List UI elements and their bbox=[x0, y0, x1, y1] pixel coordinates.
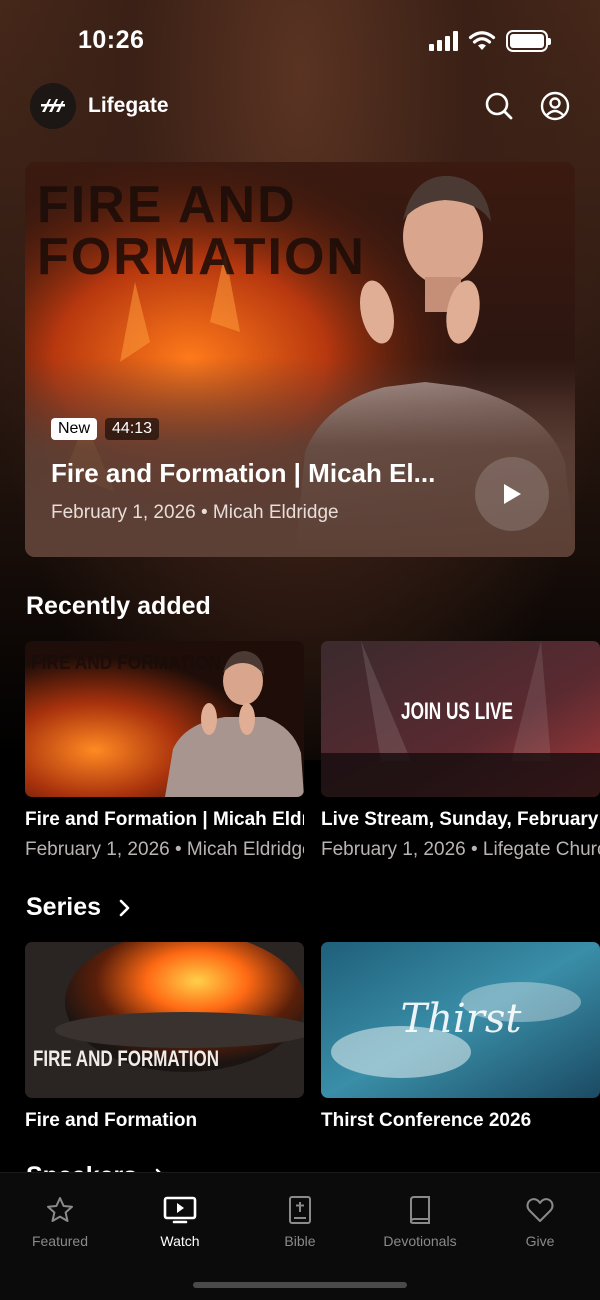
app-header: Lifegate bbox=[30, 82, 570, 130]
lifegate-logo-icon[interactable] bbox=[30, 83, 76, 129]
search-icon[interactable] bbox=[484, 91, 514, 121]
star-icon bbox=[47, 1197, 73, 1222]
series-card-2-art-text: Thirst bbox=[401, 996, 523, 1042]
play-icon bbox=[504, 484, 521, 504]
recent-card-1-thumbnail: FIRE AND FORMATION bbox=[25, 641, 304, 797]
recent-card-1-meta: February 1, 2026 • Micah Eldridge bbox=[25, 839, 304, 860]
series-card-2[interactable]: Thirst Thirst Conference 2026 bbox=[321, 942, 600, 1132]
recent-card-1-title: Fire and Formation | Micah Eldridge bbox=[25, 809, 304, 830]
hero-art-line-1: FIRE AND bbox=[37, 176, 297, 234]
series-card-2-title: Thirst Conference 2026 bbox=[321, 1110, 532, 1131]
hero-gradient-overlay bbox=[25, 357, 575, 557]
bottom-tab-bar: Featured Watch Bible Devotionals Give bbox=[0, 1172, 600, 1300]
series-card-1[interactable]: FIRE AND FORMATION Fire and Formation bbox=[25, 942, 304, 1132]
recently-added-title: Recently added bbox=[26, 592, 211, 620]
recent-card-1-art-text: FIRE AND FORMATION bbox=[31, 652, 221, 674]
status-bar: 10:26 bbox=[0, 0, 600, 84]
tab-featured[interactable]: Featured bbox=[0, 1195, 120, 1249]
battery-icon bbox=[506, 30, 551, 52]
app-title: Lifegate bbox=[88, 94, 169, 117]
tab-featured-label: Featured bbox=[31, 1233, 89, 1249]
tab-watch[interactable]: Watch bbox=[120, 1195, 240, 1249]
series-title: Series bbox=[26, 893, 102, 921]
series-card-1-thumbnail: FIRE AND FORMATION bbox=[25, 942, 304, 1098]
tab-give-label: Give bbox=[525, 1233, 555, 1249]
featured-hero-card[interactable]: FIRE AND FORMATION New 44:13 Fire and Fo… bbox=[25, 162, 575, 557]
recently-added-heading: Recently added bbox=[26, 592, 211, 621]
status-time: 10:26 bbox=[78, 26, 145, 54]
chevron-right-icon bbox=[119, 899, 130, 916]
home-indicator[interactable] bbox=[193, 1282, 407, 1288]
hero-title: Fire and Formation | Micah El... bbox=[51, 458, 436, 488]
recent-card-2-meta: February 1, 2026 • Lifegate Church bbox=[321, 839, 600, 860]
tv-icon bbox=[163, 1196, 197, 1224]
status-icons bbox=[429, 30, 551, 52]
hero-badges: New 44:13 bbox=[51, 418, 160, 440]
duration-badge: 44:13 bbox=[105, 418, 160, 440]
tab-give[interactable]: Give bbox=[480, 1195, 600, 1249]
series-card-1-art-text: FIRE AND FORMATION bbox=[33, 1046, 219, 1071]
recent-card-2[interactable]: JOIN US LIVE Live Stream, Sunday, Februa… bbox=[321, 641, 600, 861]
tab-devotionals[interactable]: Devotionals bbox=[360, 1195, 480, 1249]
heart-icon bbox=[526, 1198, 554, 1222]
recent-card-2-art-text: JOIN US LIVE bbox=[401, 698, 513, 725]
bible-icon bbox=[289, 1196, 311, 1224]
wifi-icon bbox=[468, 31, 496, 50]
tab-watch-label: Watch bbox=[160, 1233, 200, 1249]
series-card-1-title: Fire and Formation bbox=[25, 1110, 198, 1131]
book-icon bbox=[410, 1196, 430, 1224]
profile-icon[interactable] bbox=[540, 91, 570, 121]
tab-bible[interactable]: Bible bbox=[240, 1195, 360, 1249]
hero-meta: February 1, 2026 • Micah Eldridge bbox=[51, 502, 339, 523]
recent-card-1[interactable]: FIRE AND FORMATION Fire and Formation | … bbox=[25, 641, 304, 861]
tab-bible-label: Bible bbox=[284, 1233, 316, 1249]
recent-card-2-thumbnail: JOIN US LIVE bbox=[321, 641, 600, 797]
series-heading[interactable]: Series bbox=[26, 893, 131, 922]
series-card-2-thumbnail: Thirst bbox=[321, 942, 600, 1098]
play-button[interactable] bbox=[475, 457, 549, 531]
series-row: FIRE AND FORMATION Fire and Formation Th… bbox=[25, 942, 600, 1132]
new-badge: New bbox=[51, 418, 98, 440]
hero-art-line-2: FORMATION bbox=[37, 228, 366, 286]
recently-added-row: FIRE AND FORMATION Fire and Formation | … bbox=[25, 641, 600, 861]
signal-icon bbox=[429, 31, 458, 51]
recent-card-2-title: Live Stream, Sunday, February 1 bbox=[321, 809, 600, 830]
tab-devotionals-label: Devotionals bbox=[383, 1233, 457, 1249]
